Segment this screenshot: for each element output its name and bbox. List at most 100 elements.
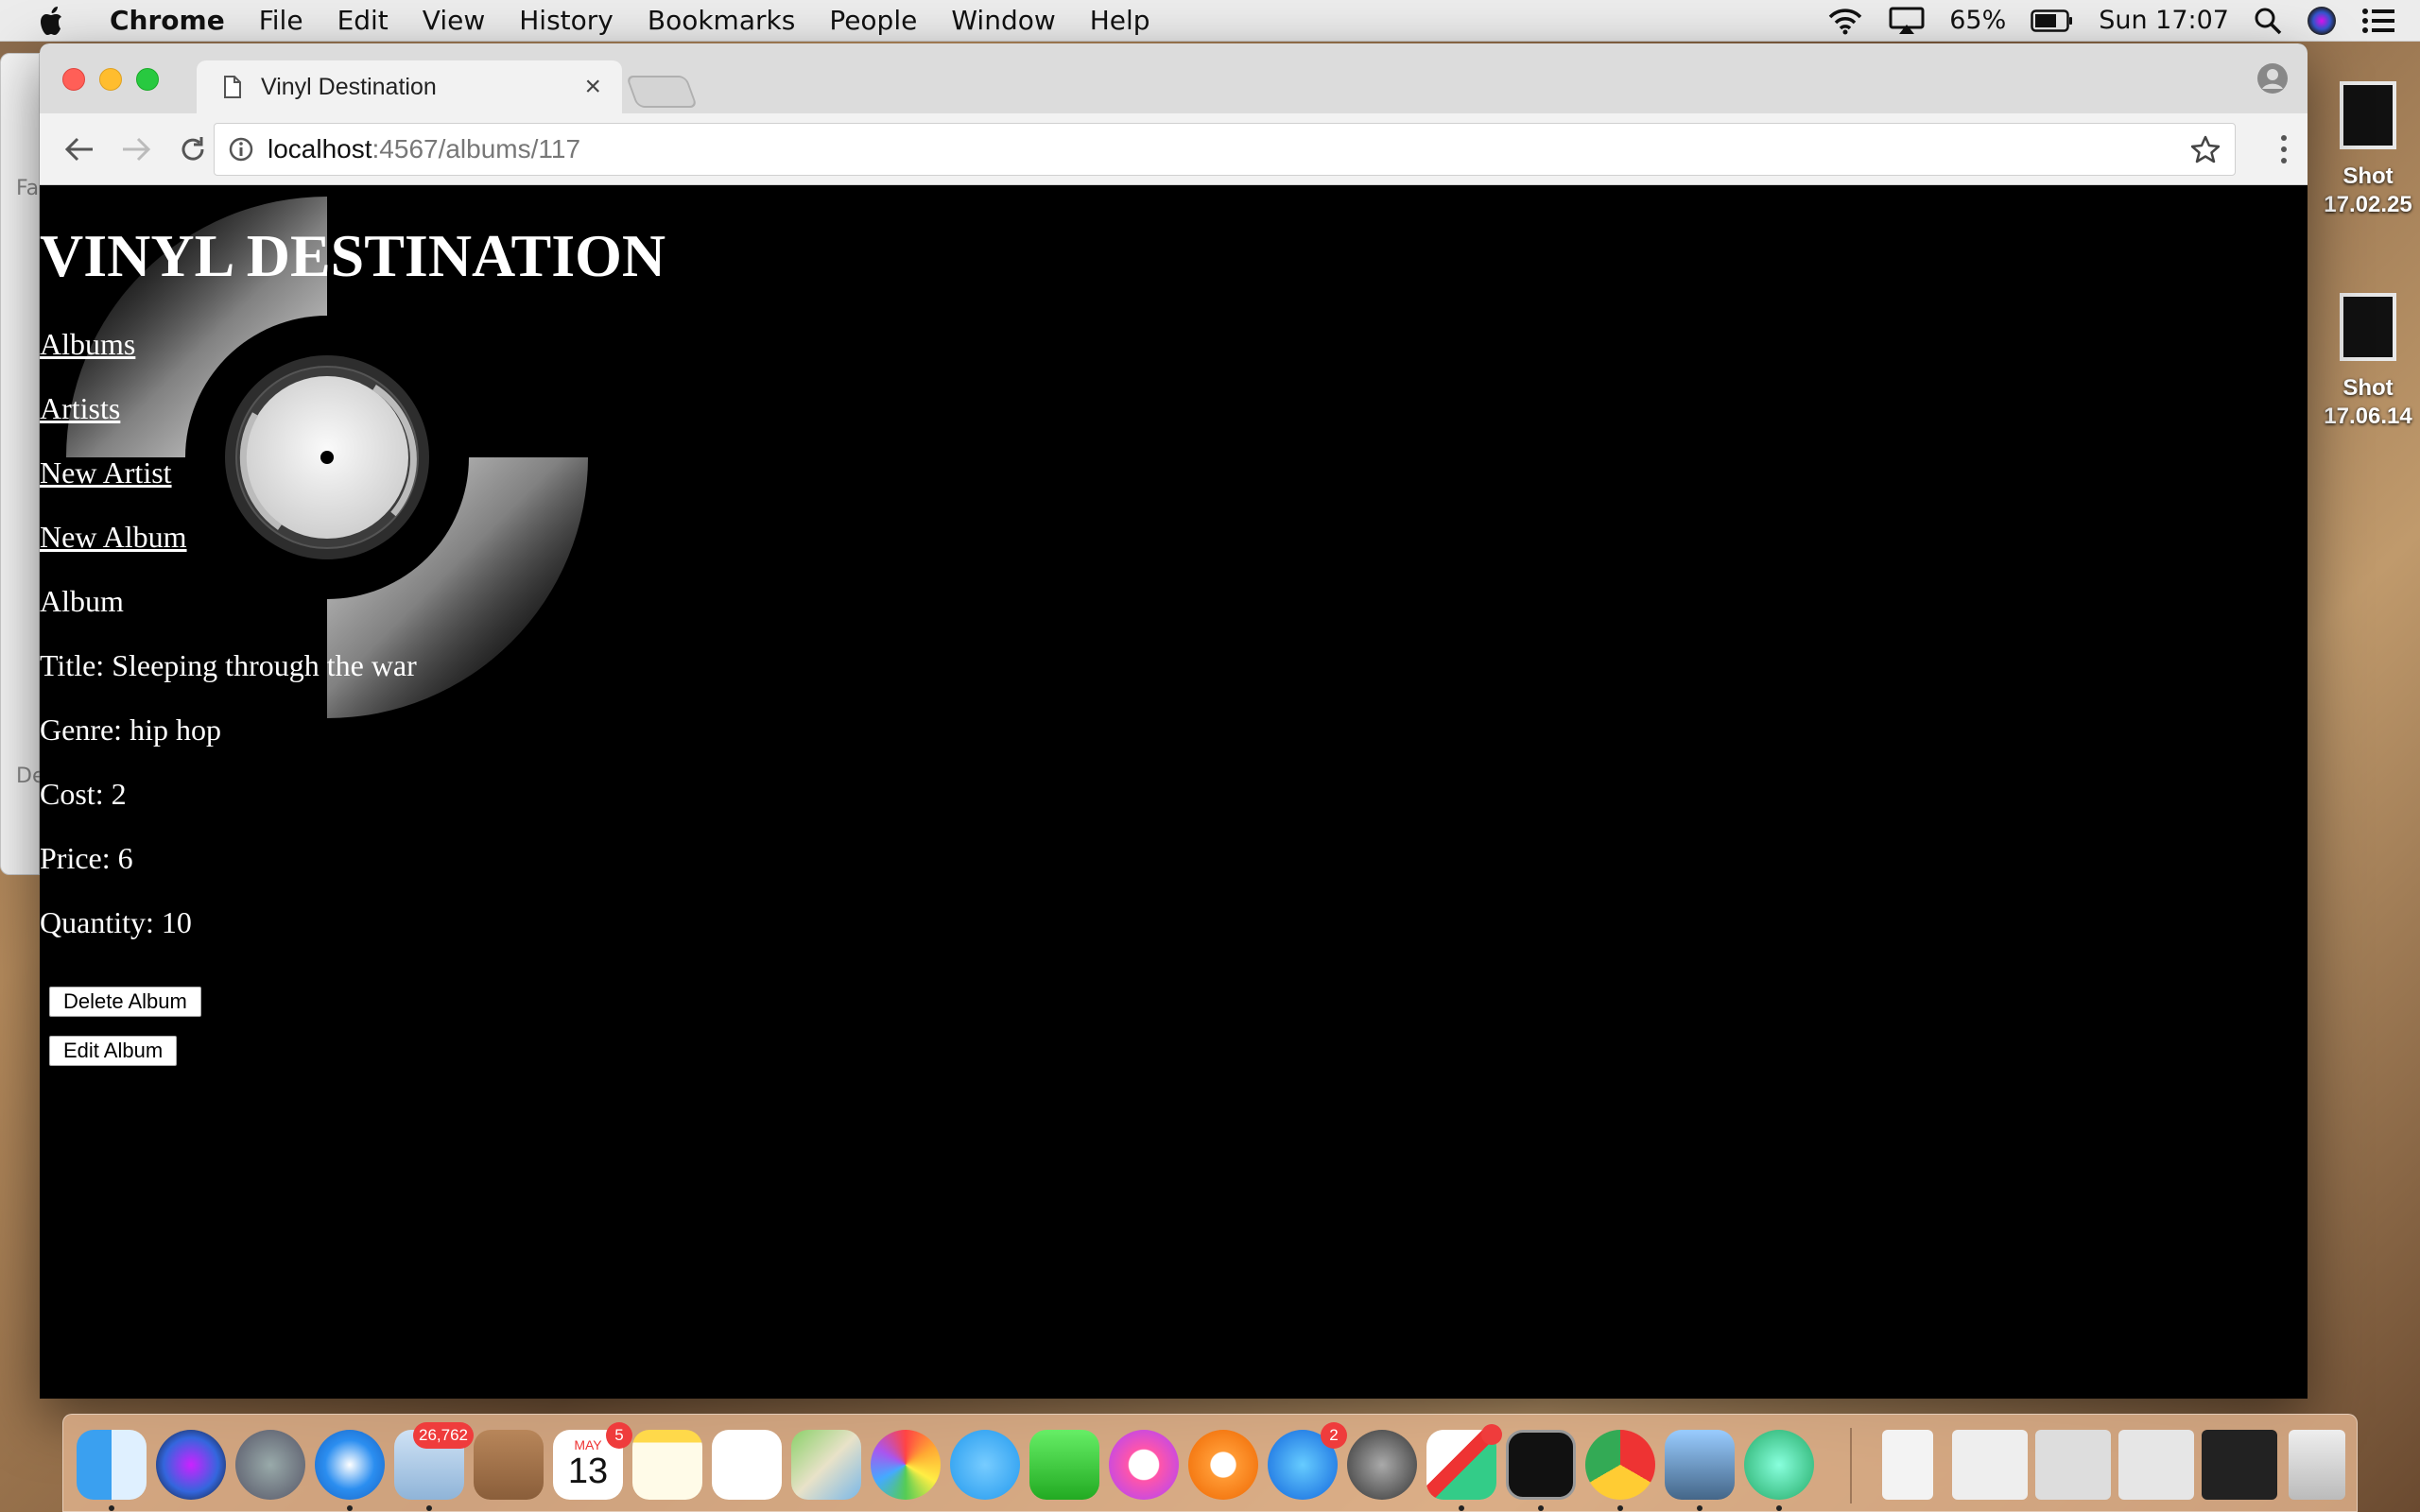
background-finder-window[interactable]: Fa De bbox=[0, 53, 44, 875]
desktop-file-name: Shot bbox=[2342, 375, 2394, 401]
menu-history[interactable]: History bbox=[502, 5, 631, 36]
calendar-badge: 5 bbox=[606, 1422, 632, 1449]
chrome-menu-icon[interactable] bbox=[2279, 134, 2289, 168]
address-bar[interactable]: localhost:4567/albums/117 bbox=[214, 123, 2236, 176]
new-tab-button[interactable] bbox=[625, 76, 699, 108]
facetime-icon[interactable] bbox=[1029, 1430, 1099, 1500]
minimize-window-button[interactable] bbox=[99, 68, 122, 91]
screenshot-thumbnail bbox=[2340, 293, 2396, 361]
running-indicator bbox=[109, 1505, 114, 1511]
safari-icon[interactable] bbox=[315, 1430, 385, 1500]
mail-unread-badge: 26,762 bbox=[413, 1422, 474, 1449]
downloads-stack-icon[interactable] bbox=[1952, 1430, 2028, 1500]
ibooks-icon[interactable] bbox=[1188, 1430, 1258, 1500]
menu-bar-right: 65% Sun 17:07 bbox=[1826, 6, 2420, 36]
page-document-icon bbox=[223, 75, 242, 99]
clock[interactable]: Sun 17:07 bbox=[2099, 6, 2229, 35]
menu-bar-left: Chrome File Edit View History Bookmarks … bbox=[0, 0, 1167, 41]
photos-icon[interactable] bbox=[871, 1430, 941, 1500]
siri-icon[interactable] bbox=[2307, 6, 2337, 36]
menu-window[interactable]: Window bbox=[934, 5, 1072, 36]
running-indicator bbox=[1697, 1505, 1703, 1511]
atom-icon[interactable] bbox=[1744, 1430, 1814, 1500]
spotlight-search-icon[interactable] bbox=[2254, 7, 2282, 35]
dock-separator bbox=[1850, 1428, 1852, 1503]
tab-title: Vinyl Destination bbox=[261, 73, 437, 100]
menu-file[interactable]: File bbox=[242, 5, 320, 36]
edit-album-button[interactable]: Edit Album bbox=[49, 1036, 178, 1066]
app-store-icon[interactable]: 2 bbox=[1268, 1422, 1347, 1500]
calendar-icon[interactable]: MAY 13 5 bbox=[553, 1422, 632, 1500]
chrome-icon[interactable] bbox=[1585, 1430, 1655, 1500]
notification-center-icon[interactable] bbox=[2361, 8, 2395, 34]
desktop-file-time: 17.06.14 bbox=[2324, 404, 2412, 429]
tab-vinyl-destination[interactable]: Vinyl Destination × bbox=[197, 60, 622, 113]
running-indicator bbox=[347, 1505, 353, 1511]
url-host: localhost bbox=[268, 134, 372, 163]
wifi-icon[interactable] bbox=[1826, 7, 1864, 35]
site-title: VINYL DESTINATION bbox=[40, 222, 666, 289]
album-quantity: Quantity: 10 bbox=[40, 905, 192, 939]
siri-app-icon[interactable] bbox=[156, 1430, 226, 1500]
profile-avatar-icon[interactable] bbox=[2256, 62, 2289, 98]
finder-icon[interactable] bbox=[77, 1430, 147, 1500]
menu-app-chrome[interactable]: Chrome bbox=[102, 5, 242, 36]
minimized-window-icon[interactable] bbox=[2202, 1430, 2277, 1500]
zoom-window-button[interactable] bbox=[136, 68, 159, 91]
launchpad-icon[interactable] bbox=[235, 1430, 305, 1500]
airplay-icon[interactable] bbox=[1889, 7, 1925, 35]
album-price: Price: 6 bbox=[40, 841, 133, 875]
notes-icon[interactable] bbox=[632, 1430, 702, 1500]
reminders-icon[interactable] bbox=[712, 1430, 782, 1500]
maps-icon[interactable] bbox=[791, 1430, 861, 1500]
running-indicator bbox=[1617, 1505, 1623, 1511]
reload-button[interactable] bbox=[166, 123, 219, 176]
forward-button[interactable] bbox=[110, 123, 163, 176]
terminal-icon[interactable] bbox=[1506, 1430, 1576, 1500]
menu-view[interactable]: View bbox=[406, 5, 502, 36]
album-cost: Cost: 2 bbox=[40, 777, 127, 811]
bookmark-star-icon[interactable] bbox=[2190, 135, 2221, 170]
mail-icon[interactable]: 26,762 bbox=[394, 1422, 474, 1500]
nav-link-new-artist[interactable]: New Artist bbox=[40, 455, 172, 490]
menu-help[interactable]: Help bbox=[1073, 5, 1167, 36]
tab-close-icon[interactable]: × bbox=[584, 71, 601, 103]
screenshot-thumbnail bbox=[2340, 81, 2396, 149]
nav-link-artists[interactable]: Artists bbox=[40, 391, 120, 426]
delete-album-button[interactable]: Delete Album bbox=[49, 987, 201, 1017]
battery-percent: 65% bbox=[1949, 6, 2007, 35]
zip-file-icon[interactable] bbox=[1882, 1430, 1933, 1500]
chrome-window: Vinyl Destination × localhost:4567/album… bbox=[40, 43, 2308, 1399]
itunes-icon[interactable] bbox=[1109, 1430, 1179, 1500]
desktop-stack-icon[interactable] bbox=[2118, 1430, 2194, 1500]
documents-stack-icon[interactable] bbox=[2035, 1430, 2111, 1500]
preview-icon[interactable] bbox=[1665, 1430, 1735, 1500]
menu-bar: Chrome File Edit View History Bookmarks … bbox=[0, 0, 2420, 42]
menu-edit[interactable]: Edit bbox=[320, 5, 406, 36]
menu-people[interactable]: People bbox=[812, 5, 934, 36]
battery-icon[interactable] bbox=[2031, 9, 2074, 33]
close-window-button[interactable] bbox=[62, 68, 85, 91]
desktop-file-name: Shot bbox=[2342, 163, 2394, 189]
slack-icon[interactable] bbox=[1426, 1424, 1502, 1500]
nav-link-albums[interactable]: Albums bbox=[40, 327, 135, 362]
site-info-icon[interactable] bbox=[228, 136, 254, 163]
trash-icon[interactable] bbox=[2289, 1430, 2345, 1500]
finder-fragment-favorites: Fa bbox=[16, 177, 40, 200]
app-store-badge: 2 bbox=[1321, 1422, 1347, 1449]
messages-icon[interactable] bbox=[950, 1430, 1020, 1500]
browser-toolbar: localhost:4567/albums/117 bbox=[40, 113, 2308, 185]
apple-menu-icon[interactable] bbox=[32, 6, 74, 36]
nav-link-new-album[interactable]: New Album bbox=[40, 520, 187, 555]
back-button[interactable] bbox=[53, 123, 106, 176]
menu-bookmarks[interactable]: Bookmarks bbox=[631, 5, 812, 36]
running-indicator bbox=[426, 1505, 432, 1511]
album-genre: Genre: hip hop bbox=[40, 713, 221, 747]
desktop-screenshot-file[interactable]: Shot 17.02.25 bbox=[2316, 81, 2420, 219]
system-preferences-icon[interactable] bbox=[1347, 1430, 1417, 1500]
slack-notification-dot bbox=[1481, 1424, 1502, 1445]
contacts-icon[interactable] bbox=[474, 1430, 544, 1500]
desktop-screenshot-file[interactable]: Shot 17.06.14 bbox=[2316, 293, 2420, 431]
running-indicator bbox=[1776, 1505, 1782, 1511]
running-indicator bbox=[1538, 1505, 1544, 1511]
